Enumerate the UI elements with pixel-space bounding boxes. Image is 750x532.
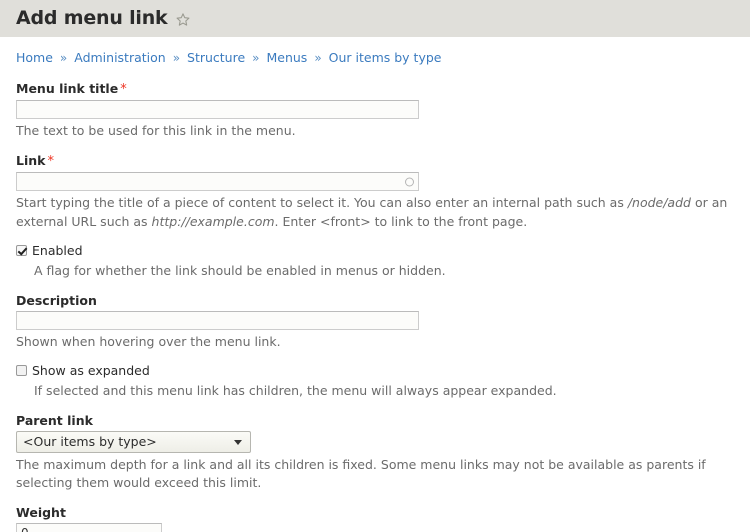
field-description: Description Shown when hovering over the… [16,293,734,352]
required-marker: * [47,153,54,169]
breadcrumb-item-home[interactable]: Home [16,50,53,65]
enabled-checkbox-row[interactable]: Enabled [16,243,734,258]
required-marker: * [120,81,127,97]
menu-link-title-label-text: Menu link title [16,80,119,96]
parent-link-label: Parent link [16,412,93,428]
breadcrumb-separator: » [252,51,260,65]
link-description-part1: Start typing the title of a piece of con… [16,195,628,211]
menu-link-title-label: Menu link title * [16,81,734,98]
link-description: Start typing the title of a piece of con… [16,194,734,231]
field-enabled: Enabled A flag for whether the link shou… [16,243,734,281]
link-description-node-path: /node/add [627,195,691,211]
breadcrumb: Home » Administration » Structure » Menu… [16,49,734,67]
breadcrumb-separator: » [314,51,322,65]
weight-input[interactable] [16,522,162,532]
breadcrumb-item-our-items-by-type[interactable]: Our items by type [329,50,442,65]
description-input[interactable] [16,310,419,330]
show-as-expanded-description: If selected and this menu link has child… [34,383,557,399]
field-menu-link-title: Menu link title * The text to be used for… [16,81,734,141]
description-label: Description [16,292,97,308]
link-input[interactable] [16,172,419,192]
show-as-expanded-label[interactable]: Show as expanded [32,363,150,378]
breadcrumb-separator: » [172,51,181,65]
field-parent-link: Parent link <Our items by type> The maxi… [16,413,734,493]
link-description-part3: . Enter <front> to link to the front pag… [274,213,528,229]
link-label: Link * [16,153,734,170]
show-as-expanded-checkbox[interactable] [16,365,27,377]
description-help-text: Shown when hovering over the menu link. [16,333,281,349]
star-outline-icon[interactable] [175,12,191,28]
page-header: Add menu link [0,0,750,37]
breadcrumb-item-administration[interactable]: Administration [74,50,165,65]
menu-link-title-input[interactable] [16,100,419,120]
show-as-expanded-checkbox-row[interactable]: Show as expanded [16,363,734,378]
parent-link-select[interactable]: <Our items by type> [16,430,251,453]
link-label-text: Link [16,152,46,168]
enabled-label[interactable]: Enabled [32,243,83,258]
enabled-description: A flag for whether the link should be en… [34,263,446,279]
field-show-as-expanded: Show as expanded If selected and this me… [16,363,734,401]
menu-link-title-description: The text to be used for this link in the… [16,123,296,139]
page-title: Add menu link [16,7,168,29]
breadcrumb-item-structure[interactable]: Structure [187,50,245,65]
enabled-checkbox[interactable] [16,245,27,257]
menu-link-form: Menu link title * The text to be used for… [16,81,734,532]
page-content: Home » Administration » Structure » Menu… [0,49,750,532]
field-weight: Weight Link weight among links in the sa… [16,505,734,532]
breadcrumb-separator: » [59,51,68,65]
link-autocomplete-wrapper [16,172,419,192]
field-link: Link * Start typing the title of a piece … [16,153,734,232]
parent-link-select-wrapper: <Our items by type> [16,430,251,453]
link-description-example-url: http://example.com [151,213,275,229]
weight-label: Weight [16,504,66,520]
parent-link-description: The maximum depth for a link and all its… [16,456,706,491]
breadcrumb-item-menus[interactable]: Menus [266,50,307,65]
